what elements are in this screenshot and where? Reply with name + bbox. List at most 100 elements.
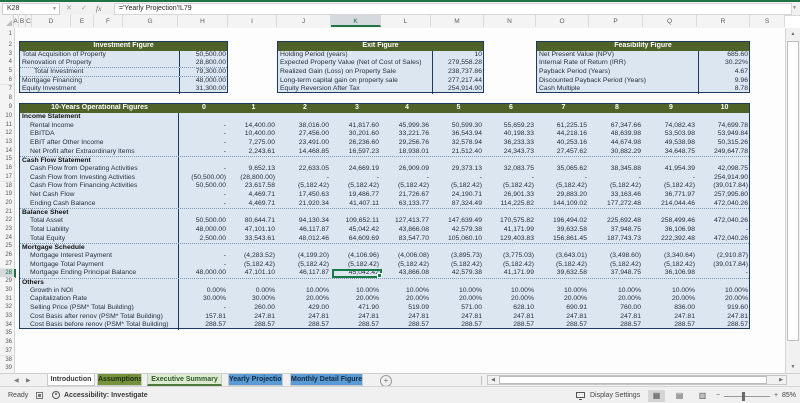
scroll-right-icon[interactable]: ▶ (776, 376, 786, 384)
cell[interactable]: 247.81 (644, 313, 698, 322)
cell[interactable]: 40,198.33 (485, 130, 537, 139)
cell[interactable]: 472,040.26 (698, 217, 749, 226)
cell[interactable]: - (179, 191, 229, 200)
cell[interactable]: - (485, 174, 537, 183)
cell[interactable]: 26,901.33 (485, 191, 537, 200)
data-row[interactable]: Cash Flow from Operating Activities -9,65… (20, 165, 749, 174)
cell[interactable]: 39,632.58 (537, 226, 590, 235)
cell[interactable]: 94,130.34 (278, 217, 332, 226)
cell[interactable]: (5,182.42) (485, 182, 537, 191)
cell[interactable]: 43,866.08 (382, 269, 432, 278)
cell[interactable]: 49,538.98 (644, 139, 698, 148)
cell[interactable]: 53,949.84 (698, 130, 749, 139)
tab-nav-left-icon[interactable]: ◀ (14, 376, 19, 386)
table-row[interactable]: Long-term capital gain on property sale 2… (278, 76, 483, 86)
cell[interactable]: 109,652.11 (332, 217, 382, 226)
cell[interactable]: 29,373.13 (432, 165, 485, 174)
cell[interactable]: 247.81 (332, 313, 382, 322)
enter-icon[interactable]: ✓ (81, 3, 87, 14)
cell[interactable]: (3,895.73) (432, 252, 485, 261)
cell[interactable]: 26,909.09 (382, 165, 432, 174)
data-row[interactable]: Net Cash Flow -4,469.71 17,450.63 19,486.77… (20, 191, 749, 200)
insert-function-icon[interactable]: fx (96, 3, 101, 14)
formula-input[interactable]: ='Yearly Projection'!L79 (114, 3, 792, 15)
column-header-I[interactable]: I (228, 15, 277, 27)
cell[interactable]: (5,182.42) (332, 261, 382, 270)
cell[interactable]: (50,500.00) (179, 174, 229, 183)
cell[interactable]: 36,106.98 (644, 269, 698, 278)
cell[interactable]: 80,644.71 (229, 217, 278, 226)
cell[interactable]: 36,543.94 (432, 130, 485, 139)
cell[interactable]: (4,283.52) (229, 252, 278, 261)
cell[interactable]: 0.00% (179, 287, 229, 296)
cell[interactable]: 50,500.00 (179, 50, 227, 60)
cell[interactable]: 257,995.80 (698, 191, 749, 200)
table-row[interactable]: Mortgage Financing 48,000.00 (20, 76, 227, 86)
cell[interactable]: 39,632.58 (537, 269, 590, 278)
cell[interactable]: 32,083.75 (485, 165, 537, 174)
data-row[interactable]: Mortgage Ending Principal Balance 48,000.… (20, 269, 749, 278)
data-row[interactable]: Growth in NOI 0.00% 0.00% 10.00% 10.00% 10.00… (20, 286, 749, 296)
cell[interactable]: (4,199.20) (278, 252, 332, 261)
cell[interactable]: 254,914.90 (432, 85, 483, 95)
cell[interactable]: - (537, 174, 590, 183)
cell[interactable]: 29,256.76 (382, 139, 432, 148)
cell[interactable]: 20.00% (382, 295, 432, 304)
view-page-break-icon[interactable]: ▥ (694, 390, 711, 402)
cell[interactable]: 279,558.28 (432, 59, 483, 69)
column-header-G[interactable]: G (123, 15, 178, 27)
cell[interactable]: 9,652.13 (229, 165, 278, 174)
cell[interactable]: 48,639.98 (590, 130, 644, 139)
cell[interactable]: (5,182.42) (590, 261, 644, 270)
cell[interactable]: 63,133.77 (382, 200, 432, 209)
cell[interactable]: 33,221.76 (382, 130, 432, 139)
cell[interactable]: 247.81 (278, 313, 332, 322)
cell[interactable]: 41,171.99 (485, 226, 537, 235)
table-row[interactable]: Internal Rate of Return (IRR) 30.22% (537, 59, 749, 69)
cell[interactable]: 45,042.42 (332, 269, 382, 278)
cell[interactable]: 0.00% (229, 287, 278, 296)
table-row[interactable]: Total Acquisition of Property 50,500.00 (20, 50, 227, 60)
data-row[interactable]: Capitalization Rate 30.00% 30.00% 20.00% 20.… (20, 295, 749, 304)
tab-scroll-divider[interactable] (481, 376, 482, 385)
cell[interactable]: 38,345.88 (590, 165, 644, 174)
cell[interactable]: (5,182.42) (432, 182, 485, 191)
cell[interactable]: 429.00 (278, 304, 332, 313)
column-header-E[interactable]: E (71, 15, 94, 27)
cell[interactable]: 156,861.45 (537, 235, 590, 244)
table-row[interactable]: Cash Multiple 8.78 (537, 85, 749, 95)
cell[interactable]: (28,800.00) (229, 174, 278, 183)
cell[interactable]: 628.10 (485, 304, 537, 313)
scroll-left-icon[interactable]: ◀ (488, 376, 498, 384)
cell[interactable]: 14,468.85 (278, 148, 332, 157)
cell[interactable]: 247.81 (382, 313, 432, 322)
cell[interactable]: 196,494.02 (537, 217, 590, 226)
cell[interactable]: 30.22% (698, 59, 749, 69)
column-header-J[interactable]: J (277, 15, 331, 27)
cell[interactable]: 20.00% (485, 295, 537, 304)
cell[interactable]: (5,182.42) (278, 182, 332, 191)
cell[interactable]: 187,743.73 (590, 235, 644, 244)
row-header-1[interactable]: 1 (0, 28, 15, 42)
cell[interactable]: (5,182.42) (537, 261, 590, 270)
cell[interactable]: 10.00% (537, 287, 590, 296)
table-row[interactable]: Renovation of Property 28,800.00 (20, 59, 227, 69)
cancel-icon[interactable]: ✕ (66, 3, 72, 14)
macro-record-icon[interactable] (36, 392, 43, 399)
table-row[interactable]: Total Investment 79,300.00 (20, 68, 227, 77)
table-row[interactable]: Realized Gain (Loss) on Property Sale 238… (278, 68, 483, 77)
cell[interactable]: 105,060.10 (432, 235, 485, 244)
cell[interactable]: 46,117.87 (278, 269, 332, 278)
data-row[interactable]: Mortgage Interest Payment - (4,283.52) (4,1… (20, 251, 749, 261)
zoom-level[interactable]: 85% (782, 392, 796, 399)
cell[interactable]: 50,315.26 (698, 139, 749, 148)
formula-bar-expand-icon[interactable]: ▼ (792, 3, 797, 14)
cell[interactable]: 31,300.00 (179, 85, 227, 95)
cell[interactable]: 129,403.83 (485, 235, 537, 244)
cell[interactable]: 24,669.19 (332, 165, 382, 174)
cell[interactable]: 45,999.36 (382, 122, 432, 131)
accessibility-icon[interactable] (52, 391, 60, 399)
cell[interactable]: (5,182.42) (382, 182, 432, 191)
cell[interactable]: 20.00% (698, 295, 749, 304)
cell[interactable]: 50,500.00 (179, 182, 229, 191)
